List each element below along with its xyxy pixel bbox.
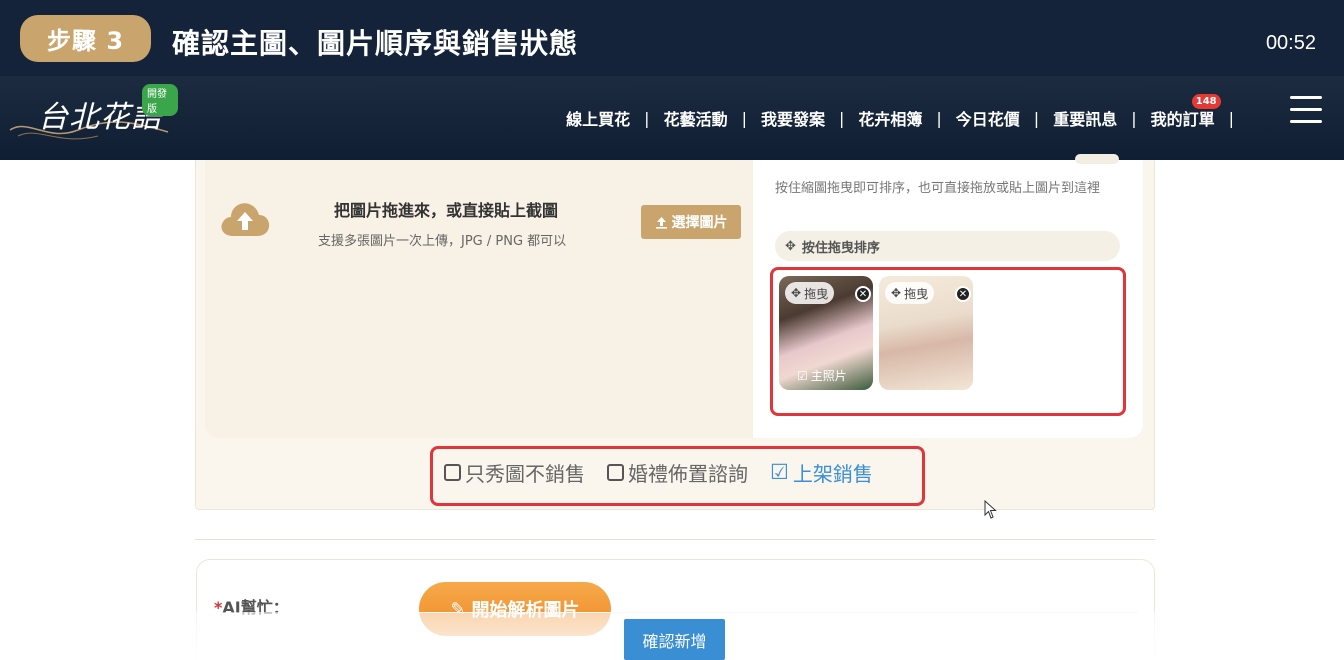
section-divider — [195, 539, 1155, 540]
drag-label: 拖曳 — [804, 286, 829, 301]
nav-item-my-orders[interactable]: 我的訂單 148 — [1150, 94, 1221, 130]
status-option-on-sale[interactable]: ☑ 上架銷售 — [770, 458, 873, 487]
sort-bar-label: 按住拖曳排序 — [801, 240, 880, 256]
drag-label: 拖曳 — [904, 286, 929, 301]
upload-icon — [655, 216, 667, 229]
panel-top-pill — [1075, 154, 1119, 164]
move-icon: ✥ — [891, 286, 902, 300]
drag-handle[interactable]: ✥ 拖曳 — [885, 282, 935, 304]
checkbox-checked-icon[interactable]: ☑ — [770, 462, 789, 483]
sale-status-options: 只秀圖不銷售 婚禮佈置諮詢 ☑ 上架銷售 — [444, 458, 873, 487]
choose-image-label: 選擇圖片 — [671, 215, 728, 231]
main-photo-text: 主照片 — [810, 369, 847, 383]
image-thumbnail[interactable]: ✥ 拖曳 ✕ — [879, 276, 973, 390]
nav-separator: | — [838, 108, 845, 128]
remove-image-icon[interactable]: ✕ — [855, 286, 871, 302]
nav-separator: | — [741, 108, 747, 128]
drop-zone-subtitle: 支援多張圖片一次上傳，JPG / PNG 都可以 — [318, 234, 567, 249]
nav-item-today-price[interactable]: 今日花價 — [956, 106, 1020, 130]
nav-separator: | — [1131, 108, 1137, 128]
nav-item-label: 我的訂單 — [1150, 110, 1215, 129]
image-thumbnail[interactable]: ✥ 拖曳 ✕ ☑ 主照片 — [779, 276, 873, 390]
nav-item-news[interactable]: 重要訊息 — [1053, 106, 1117, 130]
status-option-label: 只秀圖不銷售 — [465, 462, 585, 486]
step-header: 步驟 3 確認主圖、圖片順序與銷售狀態 00:52 — [0, 0, 1344, 86]
nav-item-floral-events[interactable]: 花藝活動 — [664, 106, 728, 130]
choose-image-button[interactable]: 選擇圖片 — [641, 205, 741, 239]
sort-bar: ✥ 按住拖曳排序 — [775, 231, 1120, 261]
nav-separator: | — [936, 108, 942, 128]
step-timer: 00:52 — [1265, 32, 1316, 54]
status-option-label: 婚禮佈置諮詢 — [628, 462, 748, 486]
drag-handle[interactable]: ✥ 拖曳 — [785, 282, 835, 304]
step-title: 確認主圖、圖片順序與銷售狀態 — [172, 27, 579, 60]
order-count-badge: 148 — [1191, 94, 1221, 109]
confirm-add-button[interactable]: 確認新增 — [624, 619, 725, 660]
status-option-wedding-consult[interactable]: 婚禮佈置諮詢 — [607, 458, 748, 487]
site-logo[interactable]: 台北花語 開發版 — [8, 80, 178, 150]
hamburger-menu-icon[interactable] — [1290, 96, 1322, 124]
nav-separator: | — [1228, 108, 1234, 128]
nav-separator: | — [644, 108, 650, 128]
nav-item-buy-flowers[interactable]: 線上買花 — [566, 106, 630, 130]
sort-hint-text: 按住縮圖拖曳即可排序，也可直接拖放或貼上圖片到這裡 — [775, 181, 1101, 196]
status-option-showcase-only[interactable]: 只秀圖不銷售 — [444, 458, 585, 487]
site-navbar: 台北花語 開發版 線上買花 | 花藝活動 | 我要發案 | 花卉相簿 | 今日花… — [0, 76, 1344, 160]
status-option-label: 上架銷售 — [792, 462, 873, 486]
cloud-upload-icon — [221, 203, 270, 236]
image-drop-zone[interactable]: 把圖片拖進來，或直接貼上截圖 支援多張圖片一次上傳，JPG / PNG 都可以 … — [205, 160, 753, 438]
drop-zone-title: 把圖片拖進來，或直接貼上截圖 — [334, 201, 559, 220]
move-icon: ✥ — [785, 238, 796, 254]
logo-badge: 開發版 — [142, 84, 178, 116]
move-icon: ✥ — [791, 286, 802, 300]
nav-menu: 線上買花 | 花藝活動 | 我要發案 | 花卉相簿 | 今日花價 | 重要訊息 … — [566, 94, 1248, 130]
checkbox-checked-icon: ☑ — [797, 368, 808, 383]
step-badge: 步驟 3 — [20, 15, 151, 62]
checkbox-unchecked-icon[interactable] — [444, 464, 461, 481]
main-photo-label[interactable]: ☑ 主照片 — [797, 367, 847, 384]
checkbox-unchecked-icon[interactable] — [607, 464, 624, 481]
nav-item-album[interactable]: 花卉相簿 — [858, 106, 922, 130]
mouse-cursor-icon — [984, 500, 997, 519]
nav-item-post-job[interactable]: 我要發案 — [761, 106, 825, 130]
nav-separator: | — [1033, 108, 1040, 128]
remove-image-icon[interactable]: ✕ — [955, 286, 971, 302]
